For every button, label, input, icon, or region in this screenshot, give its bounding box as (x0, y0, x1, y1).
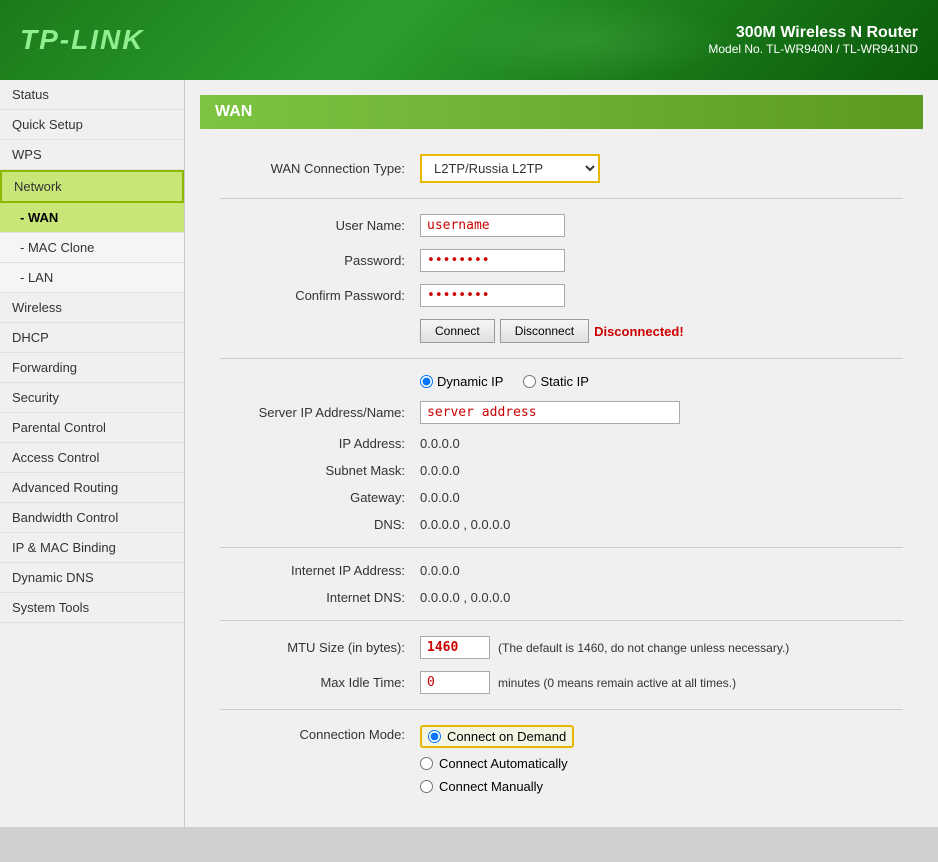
connect-button[interactable]: Connect (420, 319, 495, 343)
static-ip-label: Static IP (540, 374, 588, 389)
model-info: 300M Wireless N Router Model No. TL-WR94… (708, 24, 918, 56)
subnet-mask-row: Subnet Mask: 0.0.0.0 (220, 463, 903, 478)
connect-manually-option[interactable]: Connect Manually (420, 779, 574, 794)
max-idle-label: Max Idle Time: (220, 675, 420, 690)
page-title: WAN (200, 95, 923, 129)
gateway-row: Gateway: 0.0.0.0 (220, 490, 903, 505)
main-layout: Status Quick Setup WPS Network - WAN - M… (0, 80, 938, 827)
username-label: User Name: (220, 218, 420, 233)
ip-address-label: IP Address: (220, 436, 420, 451)
dynamic-ip-option[interactable]: Dynamic IP (420, 374, 503, 389)
sidebar-item-mac-clone[interactable]: - MAC Clone (0, 233, 184, 263)
max-idle-input[interactable] (420, 671, 490, 694)
divider-4 (220, 620, 903, 621)
wan-connection-type-select[interactable]: L2TP/Russia L2TP Dynamic IP Static IP PP… (420, 154, 600, 183)
connect-on-demand-option[interactable]: Connect on Demand (420, 725, 574, 748)
dns-label: DNS: (220, 517, 420, 532)
connection-mode-label: Connection Mode: (220, 725, 420, 742)
connection-mode-row: Connection Mode: Connect on Demand Conne… (220, 725, 903, 794)
password-label: Password: (220, 253, 420, 268)
gateway-value: 0.0.0.0 (420, 490, 460, 505)
sidebar: Status Quick Setup WPS Network - WAN - M… (0, 80, 185, 827)
sidebar-item-wan[interactable]: - WAN (0, 203, 184, 233)
connect-buttons-row: Connect Disconnect Disconnected! (220, 319, 903, 343)
connect-automatically-option[interactable]: Connect Automatically (420, 756, 574, 771)
sidebar-item-ip-mac-binding[interactable]: IP & MAC Binding (0, 533, 184, 563)
username-input[interactable] (420, 214, 565, 237)
sidebar-item-network[interactable]: Network (0, 170, 184, 203)
product-name: 300M Wireless N Router (708, 24, 918, 42)
header: TP-LINK 300M Wireless N Router Model No.… (0, 0, 938, 80)
dynamic-ip-radio[interactable] (420, 375, 433, 388)
sidebar-item-security[interactable]: Security (0, 383, 184, 413)
form-section: WAN Connection Type: L2TP/Russia L2TP Dy… (200, 144, 923, 816)
mtu-hint: (The default is 1460, do not change unle… (498, 641, 789, 655)
max-idle-hint: minutes (0 means remain active at all ti… (498, 676, 736, 690)
disconnect-button[interactable]: Disconnect (500, 319, 589, 343)
mtu-label: MTU Size (in bytes): (220, 640, 420, 655)
connect-manually-label: Connect Manually (439, 779, 543, 794)
username-row: User Name: (220, 214, 903, 237)
mtu-input[interactable] (420, 636, 490, 659)
server-ip-input[interactable] (420, 401, 680, 424)
divider-2 (220, 358, 903, 359)
internet-ip-label: Internet IP Address: (220, 563, 420, 578)
ip-type-radio-row: Dynamic IP Static IP (220, 374, 903, 389)
connect-automatically-radio[interactable] (420, 757, 433, 770)
dynamic-ip-label: Dynamic IP (437, 374, 503, 389)
static-ip-option[interactable]: Static IP (523, 374, 588, 389)
connect-on-demand-radio[interactable] (428, 730, 441, 743)
internet-ip-row: Internet IP Address: 0.0.0.0 (220, 563, 903, 578)
confirm-password-row: Confirm Password: (220, 284, 903, 307)
password-input[interactable] (420, 249, 565, 272)
sidebar-item-wps[interactable]: WPS (0, 140, 184, 170)
max-idle-row: Max Idle Time: minutes (0 means remain a… (220, 671, 903, 694)
sidebar-item-bandwidth-control[interactable]: Bandwidth Control (0, 503, 184, 533)
internet-dns-value: 0.0.0.0 , 0.0.0.0 (420, 590, 510, 605)
sidebar-item-status[interactable]: Status (0, 80, 184, 110)
connection-status: Disconnected! (594, 324, 684, 339)
internet-dns-row: Internet DNS: 0.0.0.0 , 0.0.0.0 (220, 590, 903, 605)
connection-mode-options: Connect on Demand Connect Automatically … (420, 725, 574, 794)
sidebar-item-forwarding[interactable]: Forwarding (0, 353, 184, 383)
divider-1 (220, 198, 903, 199)
gateway-label: Gateway: (220, 490, 420, 505)
internet-ip-value: 0.0.0.0 (420, 563, 460, 578)
static-ip-radio[interactable] (523, 375, 536, 388)
dns-row: DNS: 0.0.0.0 , 0.0.0.0 (220, 517, 903, 532)
model-number: Model No. TL-WR940N / TL-WR941ND (708, 42, 918, 56)
sidebar-item-dynamic-dns[interactable]: Dynamic DNS (0, 563, 184, 593)
sidebar-item-quick-setup[interactable]: Quick Setup (0, 110, 184, 140)
server-ip-row: Server IP Address/Name: (220, 401, 903, 424)
subnet-mask-label: Subnet Mask: (220, 463, 420, 478)
wan-connection-type-label: WAN Connection Type: (220, 161, 420, 176)
divider-5 (220, 709, 903, 710)
server-ip-label: Server IP Address/Name: (220, 405, 420, 420)
ip-address-value: 0.0.0.0 (420, 436, 460, 451)
subnet-mask-value: 0.0.0.0 (420, 463, 460, 478)
confirm-password-label: Confirm Password: (220, 288, 420, 303)
dns-value: 0.0.0.0 , 0.0.0.0 (420, 517, 510, 532)
connect-manually-radio[interactable] (420, 780, 433, 793)
mtu-row: MTU Size (in bytes): (The default is 146… (220, 636, 903, 659)
sidebar-item-parental-control[interactable]: Parental Control (0, 413, 184, 443)
sidebar-item-advanced-routing[interactable]: Advanced Routing (0, 473, 184, 503)
sidebar-item-lan[interactable]: - LAN (0, 263, 184, 293)
wan-connection-type-row: WAN Connection Type: L2TP/Russia L2TP Dy… (220, 154, 903, 183)
connect-automatically-label: Connect Automatically (439, 756, 568, 771)
connect-on-demand-label: Connect on Demand (447, 729, 566, 744)
internet-dns-label: Internet DNS: (220, 590, 420, 605)
sidebar-item-wireless[interactable]: Wireless (0, 293, 184, 323)
logo: TP-LINK (20, 24, 144, 56)
ip-address-row: IP Address: 0.0.0.0 (220, 436, 903, 451)
password-row: Password: (220, 249, 903, 272)
sidebar-item-access-control[interactable]: Access Control (0, 443, 184, 473)
sidebar-item-system-tools[interactable]: System Tools (0, 593, 184, 623)
confirm-password-input[interactable] (420, 284, 565, 307)
sidebar-item-dhcp[interactable]: DHCP (0, 323, 184, 353)
divider-3 (220, 547, 903, 548)
content-area: WAN WAN Connection Type: L2TP/Russia L2T… (185, 80, 938, 827)
